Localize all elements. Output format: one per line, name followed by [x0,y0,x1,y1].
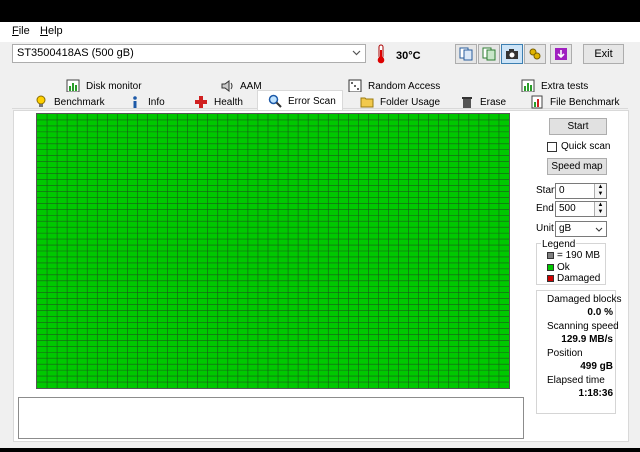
tab-info[interactable]: Info [124,94,165,110]
legend-damaged-label: Damaged [557,273,601,284]
tab-folder-usage[interactable]: Folder Usage [356,94,440,110]
speed-map-button[interactable]: Speed map [547,158,607,175]
thermometer-icon [377,44,385,64]
tab-health[interactable]: Health [190,94,243,110]
chart-icon [66,79,80,93]
tab-file-benchmark[interactable]: File Benchmark [526,94,619,110]
spinner-arrows-icon[interactable]: ▲ ▼ [594,184,606,198]
tab-label: Folder Usage [380,96,441,108]
legend-swatch-block [547,252,554,259]
tab-label: Random Access [368,80,441,92]
tab-label: Error Scan [288,95,336,107]
tab-label: Disk monitor [86,80,142,92]
download-arrow-icon [555,48,567,60]
elapsed-time-label: Elapsed time [547,375,605,386]
legend-swatch-ok [547,264,554,271]
scanning-speed-value: 129.9 MB/s [561,334,613,345]
tab-label: Health [214,96,243,108]
chevron-down-icon [595,227,603,232]
file-chart-icon [531,95,543,109]
start-value: 0 [559,185,565,196]
legend-ok-label: Ok [557,262,570,273]
tab-benchmark[interactable]: Benchmark [30,94,105,110]
speaker-icon [221,80,233,92]
info-icon [133,96,137,108]
tab-erase[interactable]: Erase [456,94,506,110]
scan-block-grid [36,113,510,389]
damaged-blocks-label: Damaged blocks [547,294,622,305]
error-scan-panel: Start Quick scan Speed map Start 0 ▲ ▼ En… [13,110,629,442]
cross-icon [195,96,207,108]
copy-screenshot-button[interactable] [478,44,500,64]
tab-label: Info [148,96,165,108]
menu-help-label: elp [47,25,63,37]
unit-label: Unit [536,223,554,234]
position-label: Position [547,348,583,359]
trash-icon [462,97,472,108]
position-value: 499 gB [580,361,613,372]
legend-block-size: = 190 MB [547,250,600,261]
start-spinner[interactable]: 0 ▲ ▼ [555,183,607,199]
app-window: File Help ST3500418AS (500 gB) 30°C Exit… [0,22,640,448]
elapsed-time-value: 1:18:36 [578,388,613,399]
unit-value: gB [559,223,572,234]
copy-icon [482,47,496,61]
chevron-down-icon [352,50,361,56]
folder-icon [360,97,374,108]
menu-help-accelerator: H [40,25,48,37]
download-button[interactable] [550,44,572,64]
end-label: End [536,203,554,214]
scanning-speed-label: Scanning speed [547,321,619,332]
copy-text-button[interactable] [455,44,477,64]
start-scan-button[interactable]: Start [549,118,607,135]
chart-icon [521,79,535,93]
spinner-arrows-icon[interactable]: ▲ ▼ [594,202,606,216]
screenshot-button[interactable] [501,44,523,64]
legend-ok: Ok [547,262,570,273]
dice-icon [348,79,362,93]
menu-file-label: ile [18,25,30,37]
legend-damaged: Damaged [547,273,600,284]
copy-icon [459,47,473,61]
menu-bar: File Help [0,22,640,42]
options-button[interactable] [524,44,546,64]
unit-select[interactable]: gB [555,221,607,237]
tab-label: Extra tests [541,80,589,92]
drive-select[interactable]: ST3500418AS (500 gB) [12,44,366,63]
tab-error-scan[interactable]: Error Scan [264,93,336,109]
bulb-icon [36,95,46,107]
damaged-blocks-value: 0.0 % [587,307,613,318]
camera-icon [506,49,518,59]
quick-scan-checkbox[interactable]: Quick scan [547,141,610,152]
end-spinner[interactable]: 500 ▲ ▼ [555,201,607,217]
scan-log-area[interactable] [18,397,524,439]
legend-swatch-damaged [547,275,554,282]
legend-block-size-label: = 190 MB [557,250,601,261]
menu-file-accelerator: F [12,25,19,37]
legend-title: Legend [541,239,577,250]
exit-button[interactable]: Exit [583,44,624,64]
temperature-readout: 30°C [396,50,421,62]
menu-help[interactable]: Help [40,25,63,37]
start-label: Start [536,185,558,196]
quick-scan-label: Quick scan [561,141,611,152]
tab-label: Benchmark [54,96,105,108]
end-value: 500 [559,203,576,214]
menu-file[interactable]: File [12,25,30,37]
checkbox-box [547,141,557,152]
drive-select-value: ST3500418AS (500 gB) [17,47,134,59]
magnifier-icon [268,94,282,108]
tab-label: Erase [480,96,507,108]
tab-label: File Benchmark [550,96,620,108]
tools-icon [529,48,541,60]
